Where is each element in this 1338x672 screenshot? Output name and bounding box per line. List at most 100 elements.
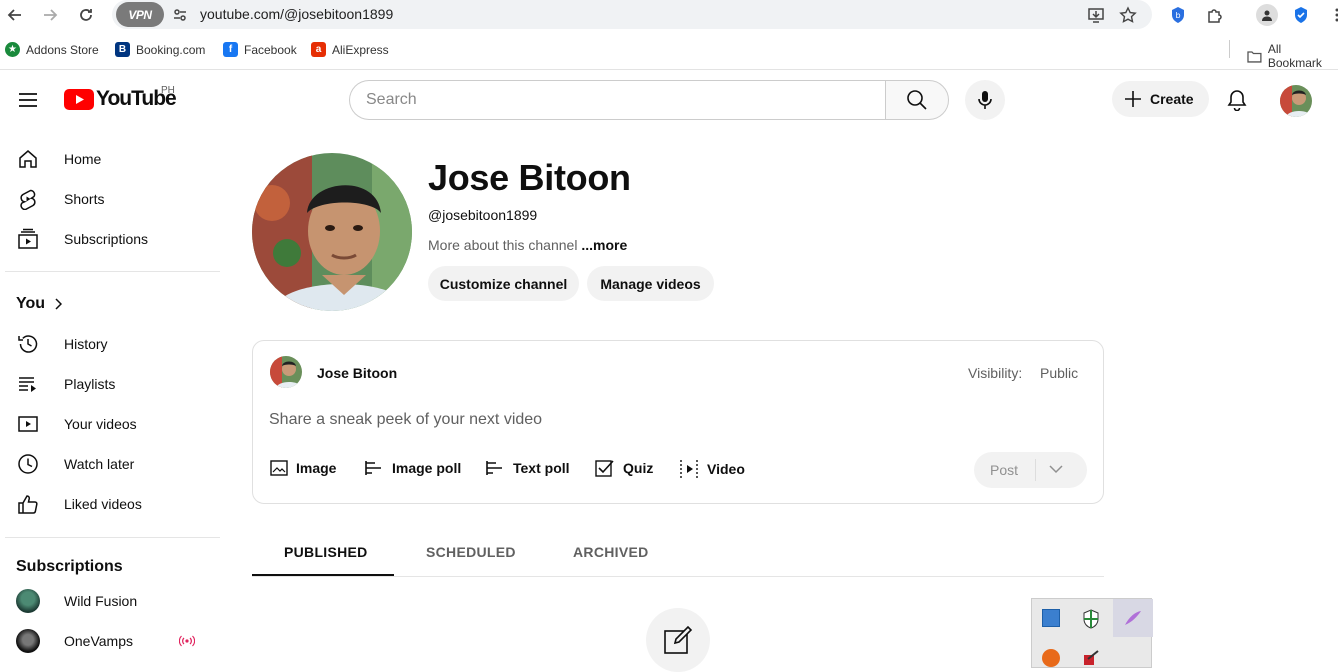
tray-shield-icon[interactable] (1082, 609, 1100, 629)
bookmark-addons-store[interactable]: ★ Addons Store (5, 42, 99, 57)
sidebar-item-home[interactable]: Home (0, 139, 220, 179)
bookmark-star-icon[interactable] (1117, 4, 1139, 26)
bookmark-aliexpress[interactable]: a AliExpress (311, 42, 389, 57)
install-app-icon[interactable] (1085, 4, 1107, 26)
account-avatar[interactable] (1280, 85, 1312, 117)
country-code: PH (161, 85, 175, 96)
back-icon[interactable] (4, 4, 26, 26)
search-box[interactable] (349, 80, 886, 120)
text-poll-icon (485, 459, 505, 477)
tool-quiz-button[interactable]: Quiz (595, 459, 653, 477)
sidebar-item-liked-videos[interactable]: Liked videos (0, 484, 220, 524)
youtube-logo[interactable]: YouTube (64, 87, 176, 111)
tool-video-button[interactable]: Video (679, 459, 745, 479)
about-prefix: More about this channel (428, 237, 577, 253)
browser-menu-icon[interactable] (1326, 4, 1338, 26)
sidebar-item-label: Subscriptions (64, 231, 148, 247)
voice-search-button[interactable] (965, 80, 1005, 120)
customize-channel-button[interactable]: Customize channel (428, 266, 579, 301)
quiz-icon (595, 459, 615, 477)
post-button[interactable]: Post (990, 462, 1018, 478)
tray-app-icon[interactable] (1042, 609, 1060, 627)
tray-red-app-icon[interactable] (1082, 649, 1100, 667)
history-icon (16, 332, 40, 356)
author-avatar (270, 356, 302, 388)
author-name: Jose Bitoon (317, 365, 397, 381)
search-button[interactable] (885, 80, 949, 120)
search-input[interactable] (366, 81, 866, 119)
channel-name: Jose Bitoon (428, 157, 631, 199)
site-settings-icon[interactable] (169, 4, 191, 26)
chevron-down-icon[interactable] (1049, 465, 1063, 474)
tray-orange-app-icon[interactable] (1042, 649, 1060, 667)
all-bookmarks-label: All Bookmark (1268, 42, 1338, 70)
more-link[interactable]: ...more (581, 237, 627, 253)
sidebar-item-your-videos[interactable]: Your videos (0, 404, 220, 444)
hamburger-menu-icon[interactable] (18, 92, 38, 108)
profile-icon[interactable] (1256, 4, 1278, 26)
subscription-label: OneVamps (64, 633, 133, 649)
home-icon (16, 147, 40, 171)
sidebar-subscription-wild-fusion[interactable]: Wild Fusion (0, 581, 220, 621)
sidebar-item-label: Shorts (64, 191, 104, 207)
aliexpress-icon: a (311, 42, 326, 57)
shorts-icon (16, 187, 40, 211)
create-button[interactable]: Create (1112, 81, 1209, 117)
url-text[interactable]: youtube.com/@josebitoon1899 (200, 6, 393, 22)
all-bookmarks[interactable]: All Bookmark (1247, 42, 1338, 70)
tool-text-poll-button[interactable]: Text poll (485, 459, 570, 477)
sidebar-item-playlists[interactable]: Playlists (0, 364, 220, 404)
watch-later-icon (16, 452, 40, 476)
sidebar-divider (5, 537, 220, 538)
security-shield-icon[interactable] (1290, 4, 1312, 26)
sidebar-item-label: History (64, 336, 108, 352)
channel-avatar[interactable] (252, 153, 412, 311)
bookmark-facebook[interactable]: f Facebook (223, 42, 297, 57)
sidebar-item-subscriptions[interactable]: Subscriptions (0, 219, 220, 259)
forward-icon[interactable] (39, 4, 61, 26)
subscription-label: Wild Fusion (64, 593, 137, 609)
bookmark-label: Facebook (244, 43, 297, 57)
extensions-puzzle-icon[interactable] (1204, 4, 1226, 26)
reload-icon[interactable] (75, 4, 97, 26)
sidebar-item-history[interactable]: History (0, 324, 220, 364)
live-broadcast-icon (179, 635, 195, 647)
tool-label: Image (296, 460, 336, 476)
empty-state-illustration (646, 608, 710, 672)
sidebar-item-shorts[interactable]: Shorts (0, 179, 220, 219)
sidebar-item-label: Your videos (64, 416, 137, 432)
playlists-icon (16, 372, 40, 396)
bookmark-booking[interactable]: B Booking.com (115, 42, 205, 57)
tool-image-poll-button[interactable]: Image poll (364, 459, 461, 477)
sidebar-subscription-onevamps[interactable]: OneVamps (0, 621, 220, 661)
notifications-bell-icon[interactable] (1226, 89, 1248, 111)
youtube-play-icon (64, 89, 94, 110)
extension-shield-icon[interactable]: b (1167, 4, 1189, 26)
your-videos-icon (16, 412, 40, 436)
image-icon (270, 459, 288, 477)
sidebar-item-watch-later[interactable]: Watch later (0, 444, 220, 484)
microphone-icon (978, 90, 992, 110)
tool-label: Video (707, 461, 745, 477)
manage-videos-button[interactable]: Manage videos (587, 266, 714, 301)
image-poll-icon (364, 459, 384, 477)
post-button-group: Post (974, 452, 1087, 488)
booking-icon: B (115, 42, 130, 57)
facebook-icon: f (223, 42, 238, 57)
addons-store-icon: ★ (5, 42, 20, 57)
channel-avatar-onevamps (16, 629, 40, 653)
youtube-header: YouTube PH Create (0, 71, 1338, 129)
tab-published[interactable]: PUBLISHED (284, 544, 368, 560)
tool-image-button[interactable]: Image (270, 459, 336, 477)
post-divider (1035, 459, 1036, 481)
tool-label: Quiz (623, 460, 653, 476)
tab-scheduled[interactable]: SCHEDULED (426, 544, 516, 560)
vpn-badge[interactable]: VPN (116, 2, 164, 27)
tray-feather-icon[interactable] (1123, 609, 1143, 627)
sidebar-item-label: Playlists (64, 376, 115, 392)
post-text-input[interactable]: Share a sneak peek of your next video (269, 411, 542, 429)
channel-about-link[interactable]: More about this channel ...more (428, 237, 627, 253)
sidebar-you-header[interactable]: You (0, 284, 220, 324)
tab-archived[interactable]: ARCHIVED (573, 544, 649, 560)
visibility-value[interactable]: Public (1040, 365, 1078, 381)
